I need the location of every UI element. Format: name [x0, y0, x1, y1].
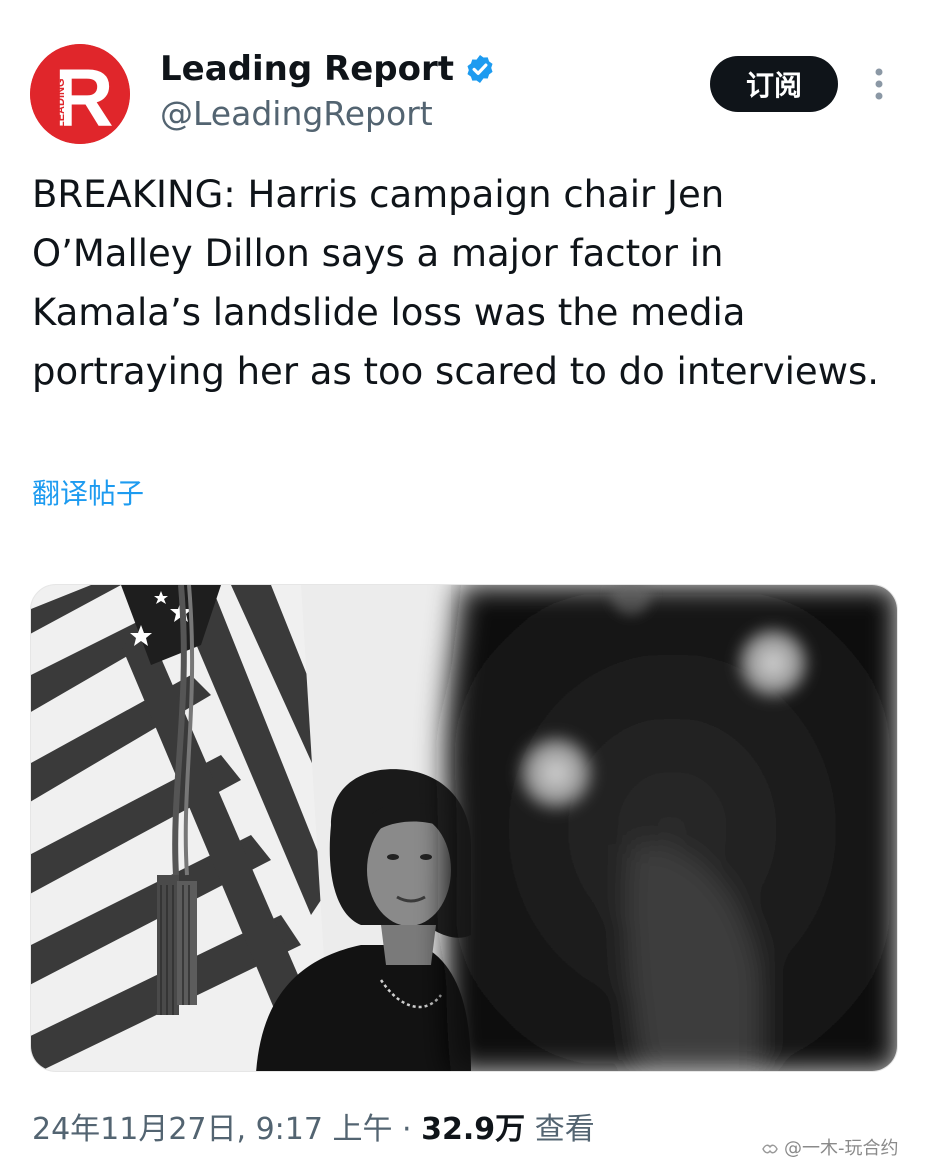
timestamp[interactable]: 24年11月27日, 9:17 上午: [32, 1112, 393, 1147]
photo-harris-with-flags: [31, 585, 897, 1071]
logo-text: LEADING: [55, 79, 67, 129]
views-label: 查看: [534, 1112, 595, 1147]
display-name[interactable]: Leading Report: [160, 46, 496, 92]
avatar[interactable]: R LEADING: [30, 44, 130, 144]
watermark: @一木-玩合约: [760, 1136, 899, 1162]
post-meta: 24年11月27日, 9:17 上午 · 32.9万 查看: [32, 1108, 595, 1152]
more-options-button[interactable]: [864, 62, 894, 106]
translate-post-link[interactable]: 翻译帖子: [32, 474, 144, 514]
subscribe-button[interactable]: 订阅: [710, 56, 838, 112]
views-count: 32.9万: [421, 1112, 526, 1147]
post-image[interactable]: [30, 584, 898, 1072]
meta-separator: ·: [402, 1112, 412, 1147]
verified-badge-icon: [467, 55, 493, 83]
more-vertical-icon: [875, 68, 883, 100]
post-text: BREAKING: Harris campaign chair Jen O’Ma…: [32, 173, 879, 393]
watermark-logo-icon: [762, 1144, 778, 1154]
watermark-text: @一木-玩合约: [784, 1138, 899, 1159]
handle[interactable]: @LeadingReport: [160, 92, 433, 136]
leading-report-logo: R LEADING: [30, 44, 130, 144]
display-name-text: Leading Report: [160, 49, 454, 89]
